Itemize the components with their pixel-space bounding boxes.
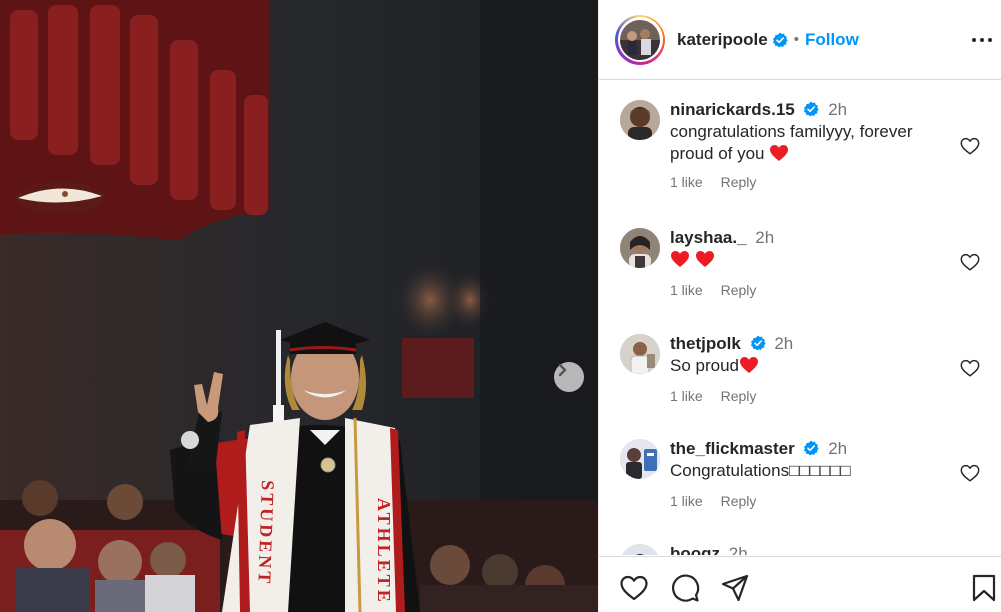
sash-text-left: STUDENT [254,480,278,587]
commenter-avatar[interactable] [620,334,660,374]
heart-outline-icon[interactable] [959,135,981,157]
commenter-avatar[interactable] [620,544,660,555]
comment-item: the_flickmaster 2h Congratulations□□□□□□… [599,438,1001,528]
author-username[interactable]: kateripoole [677,30,768,50]
bookmark-icon[interactable] [969,573,999,603]
comment-item: boogz 2h [599,543,1001,555]
comment-text: congratulations familyyy, forever proud … [670,122,913,163]
comment-item: layshaa._ 2h 1 like Reply [599,227,1001,317]
comment-time: 2h [755,228,775,247]
separator-dot: • [793,31,799,48]
comment-text: Congratulations□□□□□□ [670,461,851,480]
comment-text: So proud [670,355,940,377]
red-heart-emoji [695,251,714,267]
comment-time: 2h [728,544,748,555]
author-avatar[interactable] [615,14,665,65]
comment-time: 2h [828,439,848,458]
verified-badge-icon [804,101,820,117]
comment-item: ninarickards.15 2h congratulations famil… [599,99,1001,209]
red-heart-emoji [770,145,789,161]
chevron-right-icon [558,363,567,377]
comment-text [670,249,940,271]
reply-button[interactable]: Reply [721,282,757,298]
verified-badge-icon [750,335,766,351]
comment-username[interactable]: the_flickmaster [670,439,795,458]
reply-button[interactable]: Reply [721,174,757,190]
post-header: kateripoole • Follow [599,0,1001,80]
post-side-panel: kateripoole • Follow ninarickards.15 2h … [598,0,1001,612]
post-photo[interactable]: STUDENT ATHLETE [0,0,598,612]
sash-text-right: ATHLETE [374,498,394,605]
comment-item: thetjpolk 2h So proud 1 like Reply [599,333,1001,423]
reply-button[interactable]: Reply [721,493,757,509]
comment-likes[interactable]: 1 like [670,493,703,509]
comment-time: 2h [774,334,794,353]
follow-button[interactable]: Follow [805,30,859,50]
graduation-photo: STUDENT ATHLETE [0,0,598,612]
comment-likes[interactable]: 1 like [670,174,703,190]
comment-time: 2h [828,100,848,119]
post-action-bar [599,556,1001,612]
commenter-avatar[interactable] [620,439,660,479]
comment-username[interactable]: layshaa._ [670,228,747,247]
heart-outline-icon[interactable] [959,357,981,379]
author-avatar-image [620,19,660,60]
comment-username[interactable]: thetjpolk [670,334,741,353]
comments-list[interactable]: ninarickards.15 2h congratulations famil… [599,81,1001,555]
red-heart-emoji [671,251,689,267]
reply-button[interactable]: Reply [721,388,757,404]
commenter-avatar[interactable] [620,100,660,140]
heart-outline-icon[interactable] [959,462,981,484]
heart-outline-icon[interactable] [959,251,981,273]
verified-badge-icon [772,32,788,47]
comment-likes[interactable]: 1 like [670,388,703,404]
comment-bubble-icon[interactable] [670,573,700,603]
more-options-icon[interactable] [970,28,994,52]
red-heart-emoji [740,357,758,373]
next-photo-button[interactable] [554,362,584,392]
verified-badge-icon [804,440,820,456]
commenter-avatar[interactable] [620,228,660,268]
share-send-icon[interactable] [720,573,750,603]
comment-username[interactable]: boogz [670,544,720,555]
like-heart-icon[interactable] [619,573,649,603]
comment-username[interactable]: ninarickards.15 [670,100,795,119]
comment-likes[interactable]: 1 like [670,282,703,298]
